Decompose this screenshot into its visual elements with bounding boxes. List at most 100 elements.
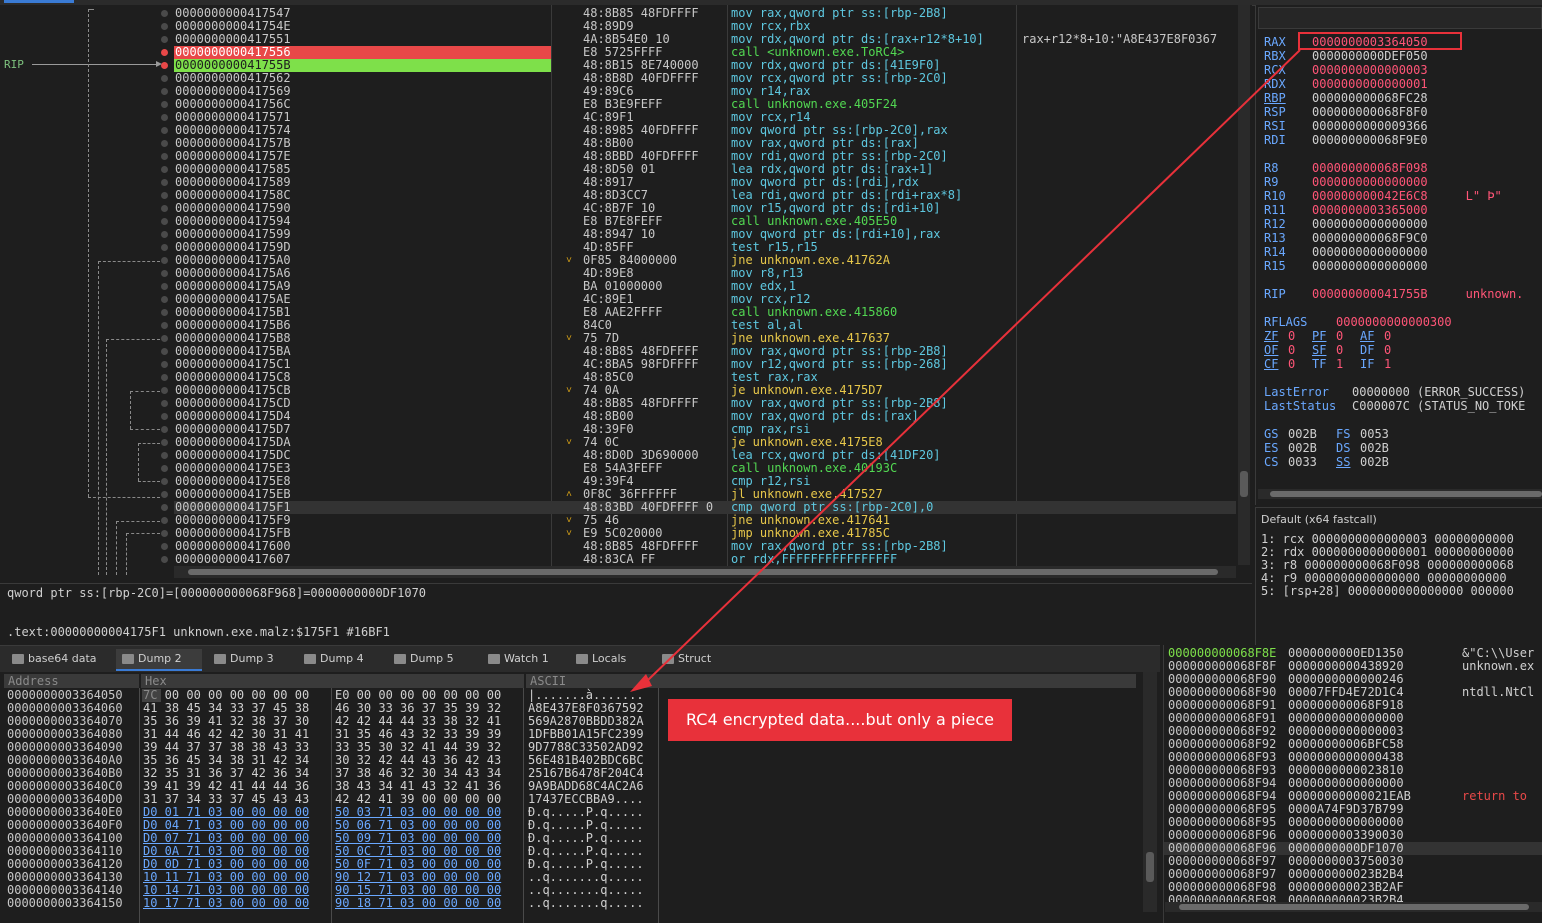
breakpoint-dot-icon[interactable]	[161, 49, 168, 56]
registers-header[interactable]	[1258, 7, 1542, 29]
breakpoint-dot-icon[interactable]	[161, 517, 168, 524]
breakpoint-dot-icon[interactable]	[161, 283, 168, 290]
registers-pane[interactable]: RAX 0000000003364050 RBX 0000000000DEF050 RC…	[1255, 5, 1542, 505]
disasm-instruction[interactable]: or rdx,FFFFFFFFFFFFFFFF	[731, 553, 897, 566]
register-row[interactable]: R13 000000000068F9C0	[1264, 231, 1428, 245]
breakpoint-dot-icon[interactable]	[161, 23, 168, 30]
breakpoint-dot-icon[interactable]	[161, 257, 168, 264]
breakpoint-dot-icon[interactable]	[161, 426, 168, 433]
tab-watch-1[interactable]: Watch 1	[482, 649, 564, 669]
breakpoint-dot-icon[interactable]	[161, 322, 168, 329]
dump-row[interactable]: 0000000003364150 10 17 71 03 00 00 00 00 9…	[0, 897, 1140, 910]
register-value[interactable]: 000000000068F9E0	[1312, 133, 1428, 147]
register-row[interactable]: R11 0000000003365000	[1264, 203, 1428, 217]
register-row[interactable]: R8 000000000068F098	[1264, 161, 1428, 175]
scroll-thumb[interactable]	[1270, 491, 1542, 497]
breakpoint-dot-icon[interactable]	[161, 75, 168, 82]
breakpoint-dot-icon[interactable]	[161, 400, 168, 407]
tab-dump-5[interactable]: Dump 5	[388, 649, 476, 669]
breakpoint-dot-icon[interactable]	[161, 465, 168, 472]
register-value[interactable]: 0000000000DEF050	[1312, 49, 1428, 63]
dump-header-hex[interactable]: Hex	[141, 674, 524, 688]
breakpoint-dot-icon[interactable]	[161, 556, 168, 563]
disassembly-hscrollbar[interactable]	[174, 566, 1236, 578]
disasm-comment[interactable]: rax+r12*8+10:"A8E437E8F0367	[1022, 33, 1217, 46]
register-value[interactable]: 000000000068F9C0	[1312, 231, 1428, 245]
breakpoint-dot-icon[interactable]	[161, 192, 168, 199]
tab-locals[interactable]: Locals	[570, 649, 650, 669]
breakpoint-dot-icon[interactable]	[161, 491, 168, 498]
register-value[interactable]: 0000000003365000	[1312, 203, 1428, 217]
breakpoint-dot-icon[interactable]	[161, 270, 168, 277]
register-value[interactable]: 0000000000000000	[1312, 217, 1428, 231]
flag-value[interactable]: 1	[1384, 357, 1408, 371]
register-value[interactable]: 000000000042E6C8	[1312, 189, 1428, 203]
breakpoint-dot-icon[interactable]	[161, 387, 168, 394]
dump-ascii[interactable]: ..q.......q.....	[528, 897, 644, 910]
register-row[interactable]: RSI 0000000000009366	[1264, 119, 1428, 133]
scroll-thumb[interactable]	[1179, 904, 1529, 910]
register-row-rip[interactable]: RIP 000000000041755B unknown.	[1264, 287, 1523, 301]
breakpoint-dot-icon[interactable]	[161, 309, 168, 316]
breakpoint-dot-icon[interactable]	[161, 231, 168, 238]
breakpoint-dot-icon[interactable]	[161, 140, 168, 147]
register-row[interactable]: R14 0000000000000000	[1264, 245, 1428, 259]
register-row[interactable]: R10 000000000042E6C8 L" Þ"	[1264, 189, 1502, 203]
register-value[interactable]: 000000000041755B	[1312, 287, 1428, 301]
dump-header-ascii[interactable]: ASCII	[526, 674, 1136, 688]
breakpoint-dot-icon[interactable]	[161, 413, 168, 420]
disassembly-vscrollbar[interactable]	[1238, 5, 1250, 565]
register-row[interactable]: RBP 000000000068FC28	[1264, 91, 1428, 105]
flag-value[interactable]: 0	[1384, 343, 1408, 357]
breakpoint-dot-icon[interactable]	[161, 439, 168, 446]
breakpoint-dot-icon[interactable]	[161, 543, 168, 550]
tab-dump-2[interactable]: Dump 2	[116, 649, 202, 671]
register-row[interactable]: RSP 000000000068F8F0	[1264, 105, 1428, 119]
segment-value[interactable]: 002B	[1288, 441, 1336, 455]
register-value[interactable]: 0000000000000000	[1312, 259, 1428, 273]
breakpoint-dot-icon[interactable]	[161, 166, 168, 173]
scroll-thumb[interactable]	[188, 569, 1218, 575]
disasm-address[interactable]: 0000000000417607	[174, 553, 551, 566]
register-value[interactable]: 000000000068F098	[1312, 161, 1428, 175]
register-row[interactable]: RDI 000000000068F9E0	[1264, 133, 1428, 147]
dump-hex-right[interactable]: 90 18 71 03 00 00 00 00	[335, 897, 501, 910]
tab-dump-3[interactable]: Dump 3	[208, 649, 292, 669]
disasm-bytes[interactable]: 48:83CA FF	[583, 553, 726, 566]
register-value[interactable]: 0000000000000300	[1336, 315, 1452, 329]
breakpoint-dot-icon[interactable]	[161, 348, 168, 355]
flag-value[interactable]: 0	[1288, 343, 1312, 357]
register-value[interactable]: 0000000000000001	[1312, 77, 1428, 91]
register-value[interactable]: 0000000000009366	[1312, 119, 1428, 133]
breakpoint-dot-icon[interactable]	[161, 530, 168, 537]
breakpoint-dot-icon[interactable]	[161, 374, 168, 381]
breakpoint-dot-icon[interactable]	[161, 153, 168, 160]
breakpoint-dot-icon[interactable]	[161, 296, 168, 303]
register-value[interactable]: 0000000000000000	[1312, 245, 1428, 259]
tab-base64-data[interactable]: base64 data	[6, 649, 110, 669]
flag-value[interactable]: 0	[1336, 329, 1360, 343]
segment-value[interactable]: 002B	[1360, 455, 1408, 469]
flag-value[interactable]: 0	[1336, 343, 1360, 357]
registers-hscrollbar[interactable]	[1258, 489, 1542, 499]
breakpoint-dot-icon[interactable]	[161, 452, 168, 459]
breakpoint-dot-icon[interactable]	[161, 101, 168, 108]
breakpoint-dot-icon[interactable]	[161, 218, 168, 225]
breakpoint-dot-icon[interactable]	[161, 179, 168, 186]
breakpoint-dot-icon[interactable]	[161, 335, 168, 342]
register-value[interactable]: 0000000000000003	[1312, 63, 1428, 77]
scroll-thumb[interactable]	[1146, 852, 1154, 882]
breakpoint-dot-icon[interactable]	[161, 114, 168, 121]
stack-pane[interactable]: 000000000068F8E 0000000000ED1350 &"C:\\Use…	[1163, 645, 1542, 923]
segment-value[interactable]: 002B	[1288, 427, 1336, 441]
register-value[interactable]: 000000000068F8F0	[1312, 105, 1428, 119]
disassembly-pane[interactable]: RIP 0000000000417547 48:8B85 48FDFFFF mov …	[0, 5, 1252, 583]
register-row[interactable]: R15 0000000000000000	[1264, 259, 1428, 273]
register-row[interactable]: R12 0000000000000000	[1264, 217, 1428, 231]
register-value[interactable]: 0000000000000000	[1312, 175, 1428, 189]
tab-dump-4[interactable]: Dump 4	[298, 649, 382, 669]
register-row[interactable]: RCX 0000000000000003	[1264, 63, 1428, 77]
flag-value[interactable]: 0	[1288, 357, 1312, 371]
scroll-thumb[interactable]	[1240, 471, 1248, 497]
breakpoint-dot-icon[interactable]	[161, 205, 168, 212]
